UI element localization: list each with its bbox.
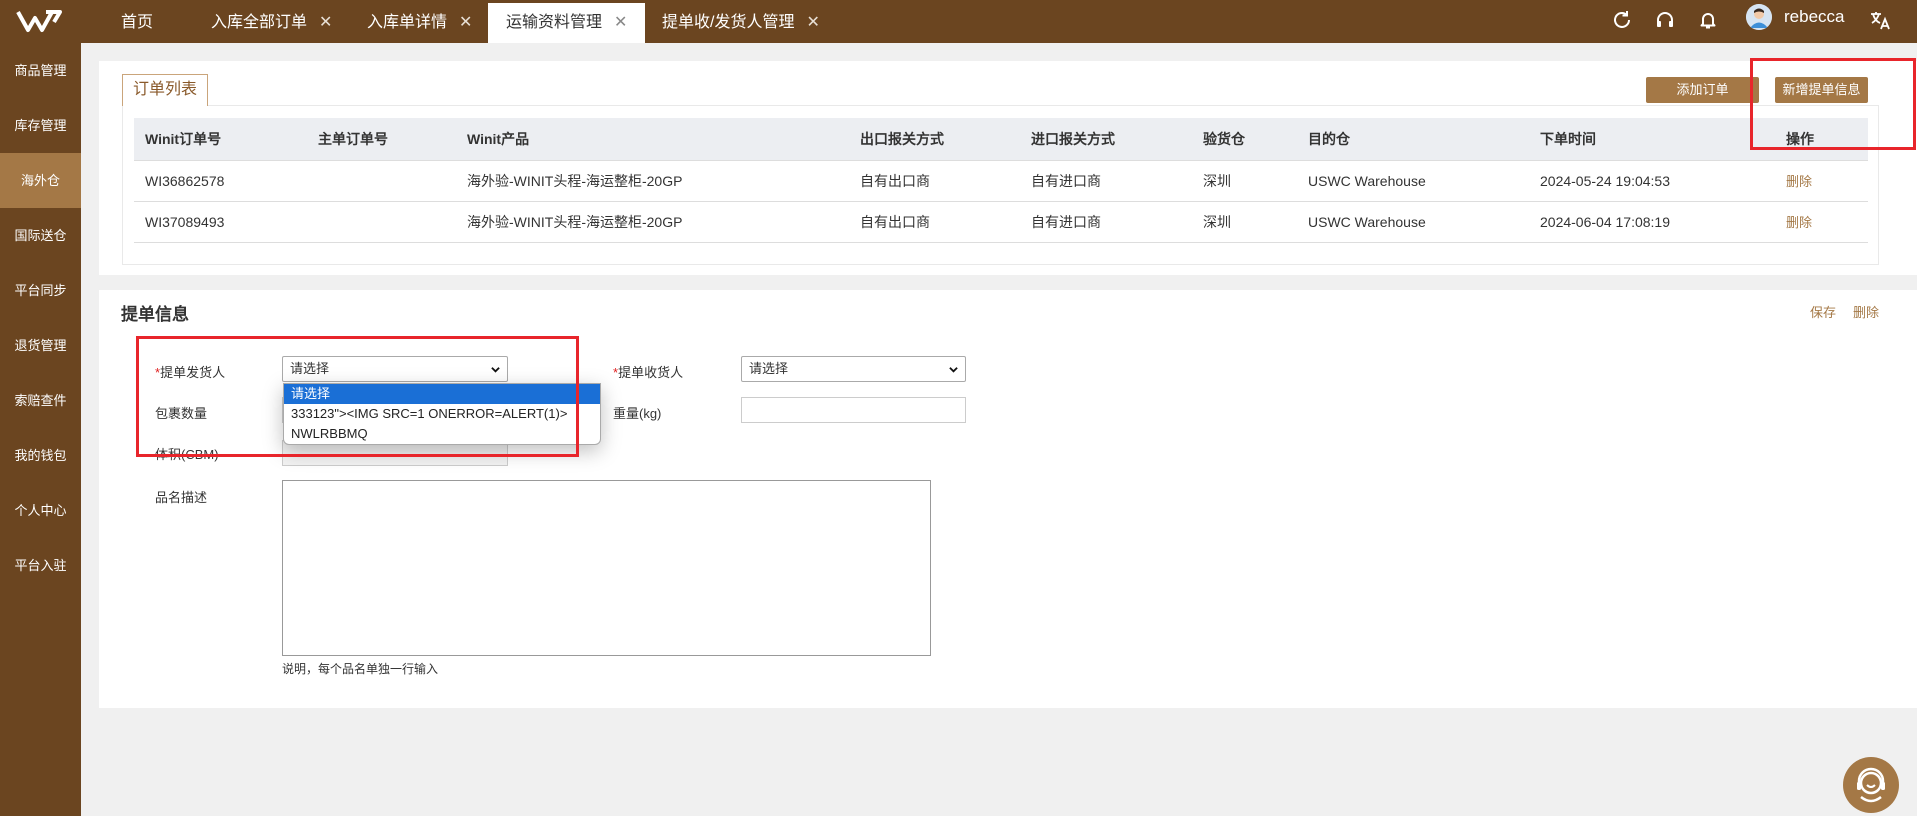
consignee-select-value: 请选择 xyxy=(749,361,789,376)
order-time: 2024-06-04 17:08:19 xyxy=(1529,201,1786,243)
description-hint: 说明，每个品名单独一行输入 xyxy=(282,662,439,676)
delete-bill-link[interactable]: 删除 xyxy=(1853,302,1879,321)
tab-label: 提单收/发货人管理 xyxy=(662,14,795,31)
product: 海外验-WINIT头程-海运整柜-20GP xyxy=(456,201,849,243)
order-time: 2024-05-24 19:04:53 xyxy=(1529,160,1786,202)
master-no xyxy=(307,160,456,202)
sidebar-item-personal-center[interactable]: 个人中心 xyxy=(0,483,81,538)
order-list-title[interactable]: 订单列表 xyxy=(122,74,209,106)
translate-icon[interactable] xyxy=(1868,8,1892,32)
orders-table: Winit订单号 主单订单号 Winit产品 出口报关方式 进口报关方式 验货仓… xyxy=(134,118,1868,243)
consignee-label: *提单收货人 xyxy=(613,362,683,381)
dest-warehouse: USWC Warehouse xyxy=(1297,201,1529,243)
bell-icon[interactable] xyxy=(1696,8,1720,32)
export-mode: 自有出口商 xyxy=(849,160,1020,202)
sidebar: 商品管理 库存管理 海外仓 国际送仓 平台同步 退货管理 索赔查件 我的钱包 个… xyxy=(0,43,81,816)
sidebar-item-returns[interactable]: 退货管理 xyxy=(0,318,81,373)
description-label: 品名描述 xyxy=(155,490,208,505)
support-agent-icon xyxy=(1857,767,1885,803)
chevron-down-icon xyxy=(949,367,958,373)
bill-info-title: 提单信息 xyxy=(121,305,189,324)
column-header: Winit订单号 xyxy=(134,118,307,161)
headset-icon[interactable] xyxy=(1653,8,1677,32)
consignee-select[interactable]: 请选择 xyxy=(741,356,966,382)
user-avatar-icon xyxy=(1746,4,1772,30)
dest-warehouse: USWC Warehouse xyxy=(1297,160,1529,202)
order-no: WI36862578 xyxy=(134,160,307,202)
tab-home[interactable]: 首页 xyxy=(103,3,171,43)
weight-label: 重量(kg) xyxy=(613,406,662,421)
sidebar-item-platform-sync[interactable]: 平台同步 xyxy=(0,263,81,318)
sidebar-item-intl-delivery[interactable]: 国际送仓 xyxy=(0,208,81,263)
order-no: WI37089493 xyxy=(134,201,307,243)
tab-transport-data[interactable]: 运输资料管理 ✕ xyxy=(488,3,646,43)
customer-service-button[interactable] xyxy=(1843,757,1899,813)
table-header-row: Winit订单号 主单订单号 Winit产品 出口报关方式 进口报关方式 验货仓… xyxy=(134,118,1868,161)
sidebar-item-product-mgmt[interactable]: 商品管理 xyxy=(0,43,81,98)
save-link[interactable]: 保存 xyxy=(1810,302,1836,321)
logo-icon xyxy=(16,10,62,32)
add-order-button[interactable]: 添加订单 xyxy=(1646,77,1759,103)
sidebar-item-overseas-warehouse[interactable]: 海外仓 xyxy=(0,153,81,208)
top-bar: 首页 入库全部订单 ✕ 入库单详情 ✕ 运输资料管理 ✕ 提单收/发货人管理 ✕ reb… xyxy=(0,0,1917,43)
table-row: WI37089493 海外验-WINIT头程-海运整柜-20GP 自有出口商 自… xyxy=(134,201,1868,243)
inspect-warehouse: 深圳 xyxy=(1192,160,1297,202)
avatar[interactable] xyxy=(1746,4,1772,30)
weight-input[interactable] xyxy=(741,397,966,423)
column-header: 进口报关方式 xyxy=(1020,118,1192,161)
refresh-icon[interactable] xyxy=(1610,8,1634,32)
sidebar-item-wallet[interactable]: 我的钱包 xyxy=(0,428,81,483)
column-header: 主单订单号 xyxy=(307,118,456,161)
close-icon[interactable]: ✕ xyxy=(319,3,332,43)
tab-inbound-detail[interactable]: 入库单详情 ✕ xyxy=(349,3,490,43)
tab-label: 运输资料管理 xyxy=(506,14,603,31)
column-header: 下单时间 xyxy=(1529,118,1786,161)
close-icon[interactable]: ✕ xyxy=(459,3,472,43)
import-mode: 自有进口商 xyxy=(1020,201,1192,243)
import-mode: 自有进口商 xyxy=(1020,160,1192,202)
username[interactable]: rebecca xyxy=(1784,7,1844,27)
column-header: 目的仓 xyxy=(1297,118,1529,161)
column-header: 出口报关方式 xyxy=(849,118,1020,161)
consignee-label-text: 提单收货人 xyxy=(618,365,684,380)
highlight-box-add-bill xyxy=(1750,58,1916,150)
inspect-warehouse: 深圳 xyxy=(1192,201,1297,243)
tab-consignee-shipper[interactable]: 提单收/发货人管理 ✕ xyxy=(644,3,838,43)
column-header: Winit产品 xyxy=(456,118,849,161)
sidebar-item-claims[interactable]: 索赔查件 xyxy=(0,373,81,428)
description-textarea[interactable] xyxy=(282,480,931,656)
delete-order-link[interactable]: 删除 xyxy=(1786,174,1812,189)
tab-label: 入库全部订单 xyxy=(211,14,308,31)
tab-inbound-all-orders[interactable]: 入库全部订单 ✕ xyxy=(193,3,350,43)
table-row: WI36862578 海外验-WINIT头程-海运整柜-20GP 自有出口商 自… xyxy=(134,160,1868,202)
export-mode: 自有出口商 xyxy=(849,201,1020,243)
close-icon[interactable]: ✕ xyxy=(806,3,819,43)
highlight-box-shipper xyxy=(136,336,579,457)
tab-label: 入库单详情 xyxy=(367,14,448,31)
sidebar-item-platform-onboarding[interactable]: 平台入驻 xyxy=(0,538,81,593)
sidebar-item-inventory-mgmt[interactable]: 库存管理 xyxy=(0,98,81,153)
product: 海外验-WINIT头程-海运整柜-20GP xyxy=(456,160,849,202)
column-header: 验货仓 xyxy=(1192,118,1297,161)
tab-label: 首页 xyxy=(121,14,154,31)
master-no xyxy=(307,201,456,243)
close-icon[interactable]: ✕ xyxy=(614,3,627,43)
delete-order-link[interactable]: 删除 xyxy=(1786,215,1812,230)
